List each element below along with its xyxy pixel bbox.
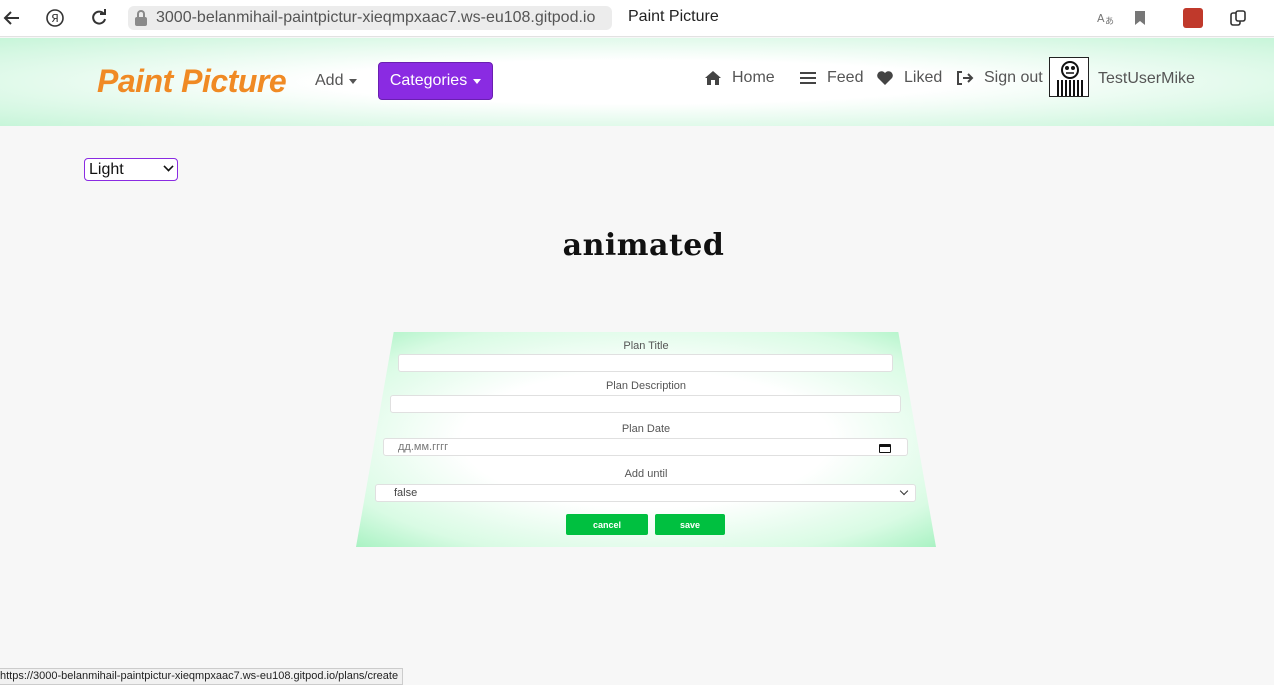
add-until-label: Add until (624, 468, 668, 480)
browser-toolbar: Я 3000-belanmihail-paintpictur-xieqmpxaa… (0, 0, 1274, 37)
status-bar-url: https://3000-belanmihail-paintpictur-xie… (0, 668, 404, 685)
svg-text:あ: あ (1105, 16, 1114, 26)
save-button[interactable]: save (655, 514, 725, 535)
nav-sign-out[interactable]: Sign out (956, 69, 1043, 87)
plan-title-label: Plan Title (623, 340, 669, 352)
nav-feed-label: Feed (827, 69, 864, 86)
heart-icon (876, 69, 894, 87)
plan-title-input[interactable] (398, 354, 893, 372)
plan-date-input[interactable]: дд.мм.гггг (383, 438, 908, 456)
plan-date-placeholder: дд.мм.гггг (398, 441, 449, 453)
svg-text:Я: Я (51, 12, 59, 25)
plan-form: Plan Title Plan Description Plan Date дд… (356, 332, 936, 547)
collections-icon[interactable] (1227, 7, 1249, 29)
categories-label: Categories (389, 72, 468, 89)
nav-home-label: Home (732, 69, 775, 86)
categories-button[interactable]: Categories (378, 62, 493, 100)
plan-date-label: Plan Date (621, 423, 671, 435)
theme-select[interactable]: Light (84, 158, 178, 181)
nav-sign-out-label: Sign out (984, 69, 1043, 86)
back-arrow-icon[interactable] (2, 8, 22, 28)
sign-out-icon (956, 69, 974, 87)
svg-text:A: A (1097, 12, 1105, 25)
plan-description-input[interactable] (390, 395, 901, 413)
home-icon (704, 69, 722, 87)
feed-icon (799, 69, 817, 87)
chevron-down-icon (899, 486, 909, 496)
theme-select-value: Light (89, 160, 124, 178)
plan-description-label: Plan Description (605, 380, 687, 392)
extension-icon[interactable] (1182, 7, 1204, 29)
add-label: Add (315, 72, 344, 89)
tab-title: Paint Picture (628, 8, 719, 25)
cancel-button[interactable]: cancel (566, 514, 648, 535)
address-bar[interactable]: 3000-belanmihail-paintpictur-xieqmpxaac7… (128, 6, 612, 30)
brand-logo[interactable]: Paint Picture (97, 63, 287, 100)
nav-liked-label: Liked (904, 69, 943, 86)
reload-icon[interactable] (89, 8, 109, 28)
lock-icon (134, 10, 148, 26)
address-text: 3000-belanmihail-paintpictur-xieqmpxaac7… (156, 9, 596, 26)
translate-icon[interactable]: Aあ (1095, 7, 1115, 29)
site-navbar: Paint Picture Add Categories Home Feed L… (0, 38, 1274, 126)
page-title: animated (562, 228, 725, 263)
caret-down-icon (349, 78, 358, 84)
add-dropdown[interactable]: Add (315, 72, 358, 90)
add-until-value: false (394, 487, 418, 499)
caret-down-icon (473, 78, 482, 84)
chevron-down-icon (163, 161, 174, 172)
bookmark-icon[interactable] (1131, 7, 1149, 29)
yandex-icon[interactable]: Я (45, 8, 65, 28)
add-until-select[interactable]: false (375, 484, 916, 502)
nav-liked[interactable]: Liked (876, 69, 942, 87)
username[interactable]: TestUserMike (1098, 70, 1195, 88)
avatar[interactable] (1049, 57, 1089, 97)
nav-home[interactable]: Home (704, 69, 775, 87)
calendar-icon[interactable] (879, 444, 891, 453)
nav-feed[interactable]: Feed (799, 69, 863, 87)
